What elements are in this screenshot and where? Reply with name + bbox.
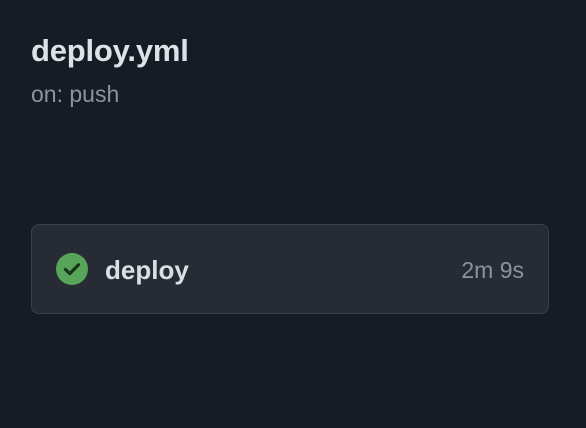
- job-card-deploy[interactable]: deploy 2m 9s: [31, 224, 549, 314]
- workflow-title: deploy.yml: [31, 33, 189, 68]
- check-circle-icon: [56, 253, 88, 285]
- job-duration: 2m 9s: [461, 257, 524, 283]
- workflow-trigger: on: push: [31, 81, 120, 107]
- workflow-panel: deploy.yml on: push deploy 2m 9s: [0, 0, 586, 428]
- job-name: deploy: [105, 255, 189, 285]
